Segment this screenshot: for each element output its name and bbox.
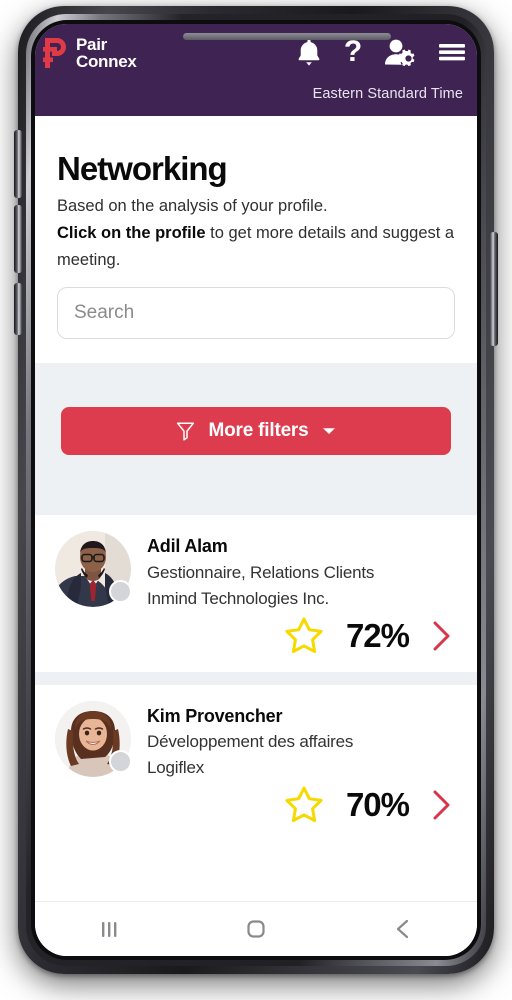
- profile-card-top: Adil Alam Gestionnaire, Relations Client…: [55, 531, 457, 611]
- intro-line-2-emphasis: Click on the profile: [57, 224, 206, 243]
- logo-line-1: Pair: [76, 35, 107, 54]
- chevron-right-icon[interactable]: [429, 785, 455, 825]
- paircconnex-logo-mark: [43, 38, 66, 68]
- app-logo[interactable]: Pair Connex: [43, 36, 137, 70]
- recents-button-icon[interactable]: [94, 914, 124, 944]
- favorite-star-icon[interactable]: [282, 614, 326, 658]
- notifications-bell-icon[interactable]: [294, 36, 324, 68]
- profile-role: Développement des affaires: [147, 731, 354, 751]
- back-button-icon[interactable]: [388, 914, 418, 944]
- intro-line-2: Click on the profile to get more details…: [57, 220, 455, 273]
- android-navigation-bar: [35, 901, 477, 956]
- profile-list: Adil Alam Gestionnaire, Relations Client…: [35, 515, 477, 841]
- phone-screen: Pair Connex ? Eastern Standard Time Netw…: [35, 24, 477, 956]
- funnel-icon: [177, 422, 195, 442]
- timezone-label: Eastern Standard Time: [312, 86, 463, 102]
- header-icon-group: ?: [294, 36, 468, 68]
- intro-section: Networking Based on the analysis of your…: [35, 116, 477, 364]
- page-title: Networking: [57, 150, 228, 187]
- help-question-icon[interactable]: ?: [342, 36, 364, 68]
- chevron-right-icon[interactable]: [429, 616, 455, 656]
- home-button-icon[interactable]: [241, 914, 271, 944]
- hamburger-menu-icon[interactable]: [436, 36, 468, 68]
- profile-name: Kim Provencher: [147, 705, 283, 726]
- filter-band: More filters: [35, 363, 477, 516]
- assistant-side-button[interactable]: [14, 283, 22, 335]
- profile-name: Adil Alam: [147, 536, 228, 557]
- profile-card-actions: 70%: [55, 783, 457, 827]
- profile-card[interactable]: Kim Provencher Développement des affaire…: [35, 684, 477, 841]
- svg-text:?: ?: [344, 36, 362, 68]
- more-filters-button[interactable]: More filters: [61, 407, 451, 456]
- profile-role: Gestionnaire, Relations Clients: [147, 562, 375, 582]
- profile-card-actions: 72%: [55, 614, 457, 658]
- status-dot: [109, 749, 132, 773]
- chevron-down-icon: [322, 428, 335, 435]
- profile-company: Logiflex: [147, 757, 204, 777]
- earpiece-speaker: [183, 33, 391, 40]
- intro-line-1: Based on the analysis of your profile.: [57, 197, 328, 216]
- avatar-wrapper: [55, 531, 132, 608]
- profile-info: Adil Alam Gestionnaire, Relations Client…: [147, 531, 374, 611]
- profile-info: Kim Provencher Développement des affaire…: [147, 701, 353, 781]
- favorite-star-icon[interactable]: [282, 783, 326, 827]
- volume-up-button[interactable]: [14, 130, 22, 198]
- profile-card[interactable]: Adil Alam Gestionnaire, Relations Client…: [35, 515, 477, 672]
- app-logo-text: Pair Connex: [76, 36, 137, 70]
- profile-company: Inmind Technologies Inc.: [147, 588, 330, 608]
- profile-settings-icon[interactable]: [382, 36, 418, 68]
- volume-down-button[interactable]: [14, 205, 22, 273]
- match-percentage: 72%: [345, 616, 410, 654]
- profile-card-top: Kim Provencher Développement des affaire…: [55, 700, 457, 781]
- status-dot: [109, 580, 132, 604]
- more-filters-label: More filters: [208, 420, 309, 442]
- match-percentage: 70%: [345, 785, 410, 823]
- avatar-wrapper: [55, 700, 132, 777]
- logo-line-2: Connex: [76, 52, 137, 71]
- power-button[interactable]: [490, 232, 498, 346]
- search-input[interactable]: [57, 287, 455, 340]
